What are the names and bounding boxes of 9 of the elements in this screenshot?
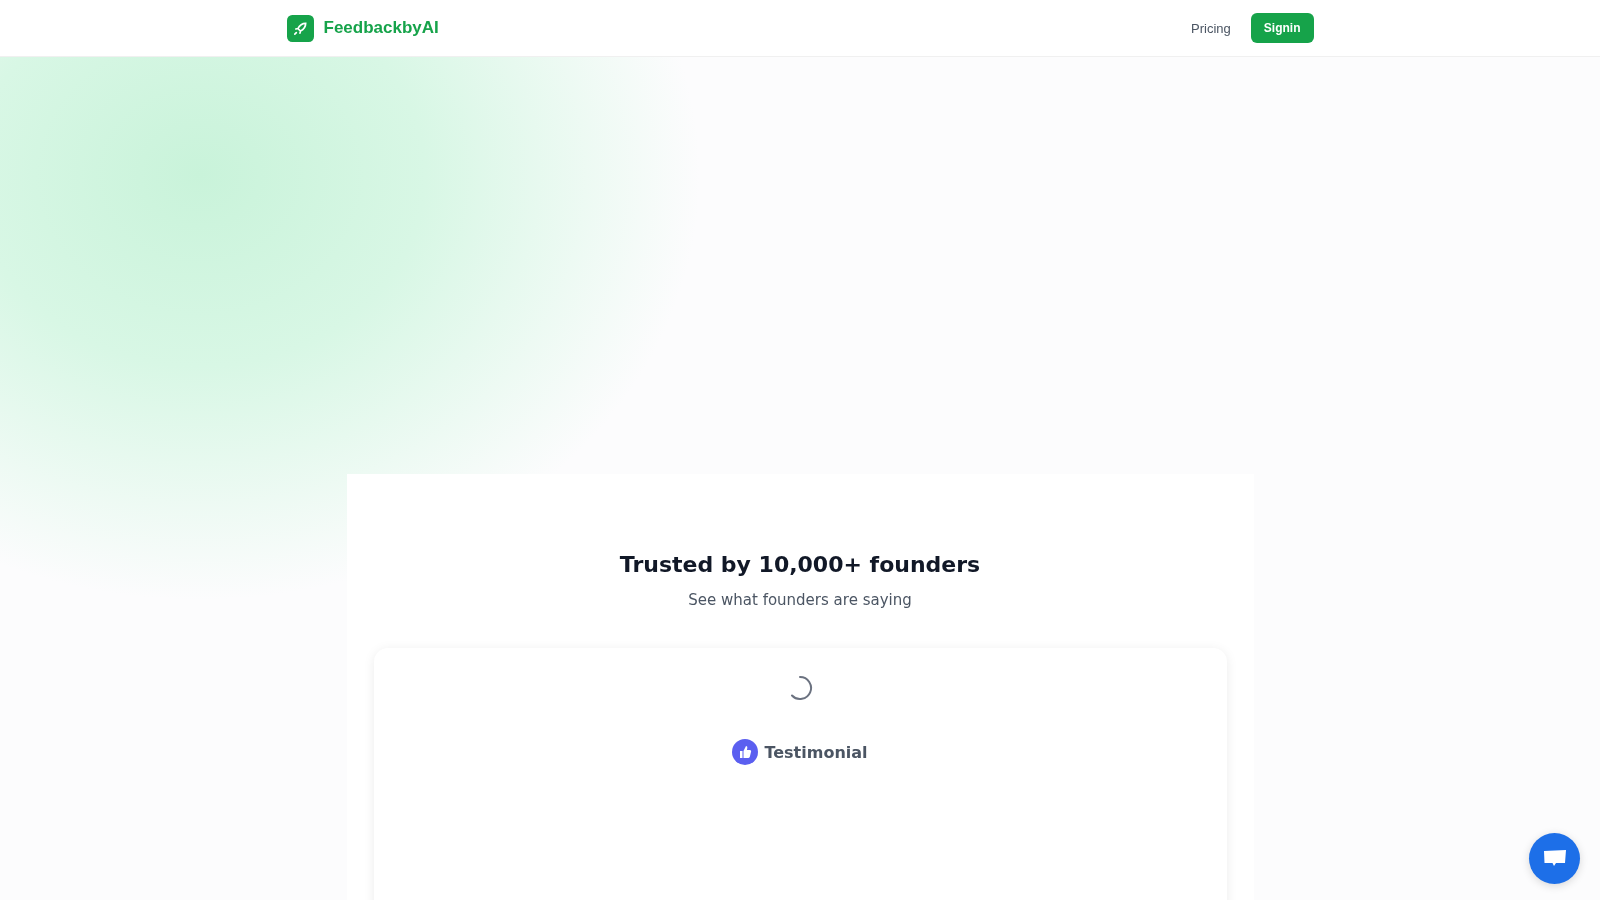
section-subtitle: See what founders are saying xyxy=(687,591,913,609)
section-heading: Trusted by 10,000+ founders xyxy=(618,552,982,577)
rocket-logo-icon xyxy=(286,14,314,42)
thumbs-up-icon xyxy=(732,739,759,765)
pricing-link[interactable]: Pricing xyxy=(1191,20,1231,36)
chat-button[interactable] xyxy=(1529,833,1580,884)
testimonial-label: Testimonial xyxy=(764,742,868,762)
brand-name[interactable]: FeedbackbyAI xyxy=(323,18,439,38)
signin-button[interactable]: Signin xyxy=(1250,13,1314,43)
